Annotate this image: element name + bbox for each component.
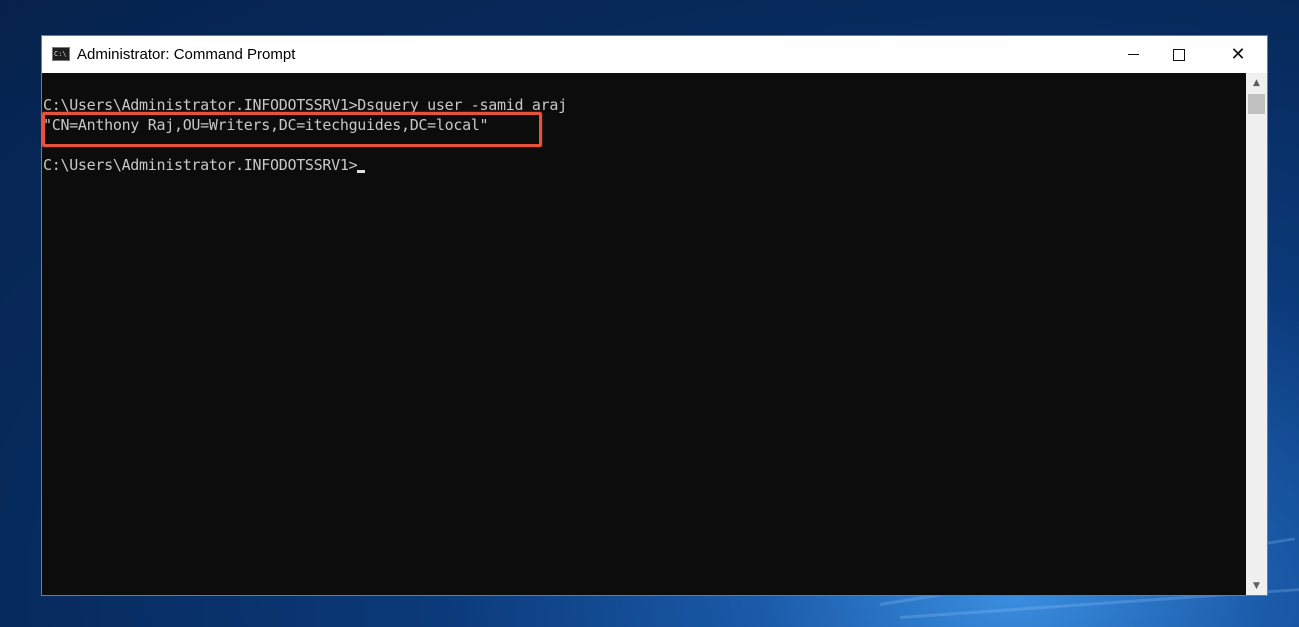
result-highlight-box — [42, 112, 542, 147]
scroll-thumb[interactable] — [1248, 94, 1265, 114]
console-line-prompt[interactable]: C:\Users\Administrator.INFODOTSSRV1> — [42, 155, 1247, 175]
minimize-icon — [1127, 54, 1139, 55]
text-cursor — [357, 170, 366, 173]
vertical-scrollbar[interactable]: ▲ ▼ — [1246, 73, 1267, 595]
window-title: Administrator: Command Prompt — [77, 46, 296, 63]
maximize-icon — [1173, 48, 1185, 61]
command-prompt-window[interactable]: C:\ Administrator: Command Prompt ✕ C:\U… — [41, 35, 1268, 596]
maximize-button[interactable] — [1150, 36, 1208, 73]
close-icon: ✕ — [1230, 43, 1246, 65]
scroll-down-arrow[interactable]: ▼ — [1246, 576, 1267, 595]
console-output[interactable]: C:\Users\Administrator.INFODOTSSRV1>Dsqu… — [42, 73, 1247, 595]
cmd-app-icon[interactable]: C:\ — [52, 47, 70, 61]
scroll-up-arrow[interactable]: ▲ — [1246, 73, 1267, 92]
prompt-text: C:\Users\Administrator.INFODOTSSRV1> — [43, 156, 358, 174]
close-button[interactable]: ✕ — [1209, 36, 1267, 73]
title-bar[interactable]: C:\ Administrator: Command Prompt ✕ — [42, 36, 1267, 73]
